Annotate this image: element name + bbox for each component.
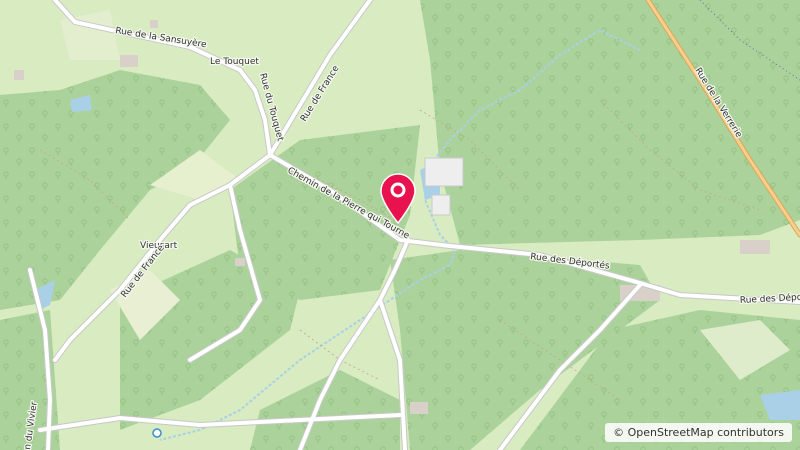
map-canvas: Rue de la Sansuyère Le Touquet Rue du To… (0, 0, 800, 450)
water-point-icon (152, 428, 162, 438)
map-view[interactable]: Rue de la Sansuyère Le Touquet Rue du To… (0, 0, 800, 450)
map-pin-icon (380, 173, 416, 225)
label-le-touquet: Le Touquet (210, 57, 259, 67)
map-attribution: © OpenStreetMap contributors (605, 423, 792, 442)
location-marker[interactable] (378, 172, 418, 225)
osm-contributors-link[interactable]: OpenStreetMap contributors (628, 426, 784, 439)
copyright-symbol: © (613, 426, 625, 439)
